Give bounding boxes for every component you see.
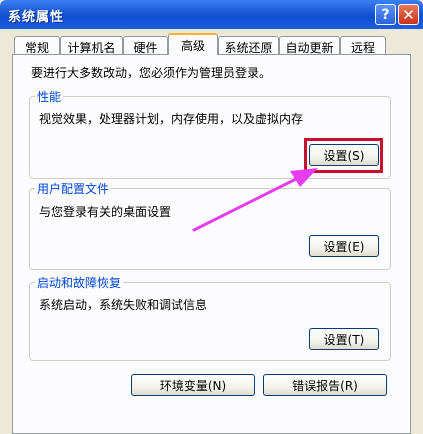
tab-advanced[interactable]: 高级 xyxy=(168,33,218,55)
annotation-arrow-icon xyxy=(192,168,318,232)
